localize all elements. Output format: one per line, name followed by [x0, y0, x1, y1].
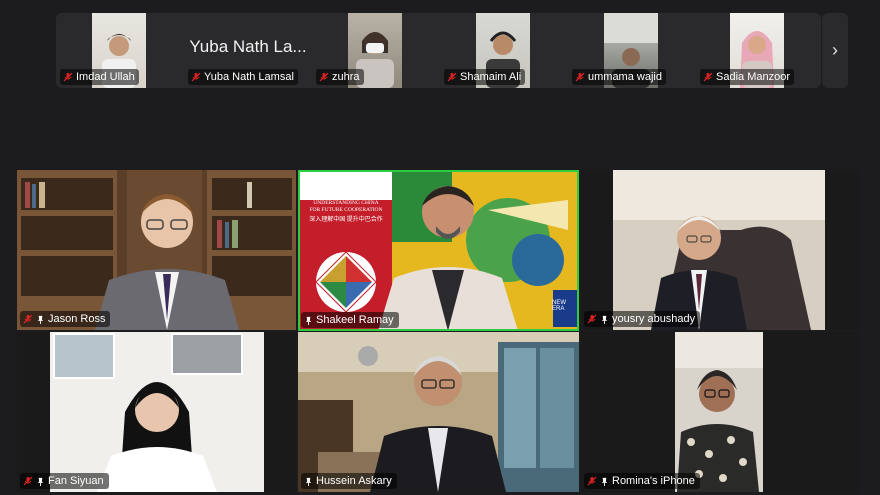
participant-name: Jason Ross	[48, 313, 106, 325]
video-tile[interactable]: Jason Ross	[17, 170, 296, 330]
mic-muted-icon	[703, 72, 713, 82]
mic-muted-icon	[575, 72, 585, 82]
participant-name: Romina's iPhone	[612, 475, 695, 487]
book-title: UNDERSTANDING CHINA FOR FUTURE COOPERATI…	[302, 200, 390, 224]
mic-muted-icon	[587, 476, 597, 486]
book-title-line: FOR FUTURE COOPERATION	[309, 206, 383, 213]
pin-icon	[600, 477, 609, 486]
participant-name: Yuba Nath Lamsal	[204, 71, 294, 83]
book2-title: CHIN	[394, 256, 426, 267]
participant-video	[17, 332, 296, 492]
pin-icon	[36, 315, 45, 324]
participant-name: zuhra	[332, 71, 360, 83]
participant-name-tag: Fan Siyuan	[20, 473, 109, 489]
mic-muted-icon	[63, 72, 73, 82]
participant-video	[581, 332, 859, 492]
participant-name-tag: Shakeel Ramay	[301, 312, 399, 328]
video-tile[interactable]: Romina's iPhone	[581, 332, 859, 492]
next-page-button[interactable]: ›	[822, 13, 848, 88]
participant-name: ummama wajid	[588, 71, 662, 83]
thumb-participant[interactable]: Imdad Ullah	[56, 13, 184, 88]
thumb-participant[interactable]: zuhra	[312, 13, 440, 88]
participant-name: Fan Siyuan	[48, 475, 104, 487]
participant-video	[298, 170, 579, 331]
thumb-participant[interactable]: Yuba Nath La... Yuba Nath Lamsal	[184, 13, 312, 88]
participant-video	[17, 170, 296, 330]
participant-video	[581, 170, 859, 330]
participant-name: Imdad Ullah	[76, 71, 135, 83]
mic-muted-icon	[587, 314, 597, 324]
participant-name-tag: Shamaim Ali	[444, 69, 526, 85]
participant-name: yousry abushady	[612, 313, 696, 325]
pin-icon	[304, 316, 313, 325]
participant-name-tag: Yuba Nath Lamsal	[188, 69, 298, 85]
participant-name-tag: yousry abushady	[584, 311, 701, 327]
thumb-participant[interactable]: Sadia Manzoor	[696, 13, 824, 88]
pin-icon	[36, 477, 45, 486]
book-chinese-title: 深入理解中国 提升中巴合作	[309, 216, 383, 223]
video-tile[interactable]: Hussein Askary	[298, 332, 579, 492]
participant-name-tag: Romina's iPhone	[584, 473, 700, 489]
participant-name: Hussein Askary	[316, 475, 392, 487]
participant-name-tag: Imdad Ullah	[60, 69, 139, 85]
participant-video	[298, 332, 579, 492]
pin-icon	[304, 477, 313, 486]
mic-muted-icon	[23, 314, 33, 324]
participant-name-tag: Sadia Manzoor	[700, 69, 794, 85]
participant-name-tag: Hussein Askary	[301, 473, 397, 489]
book2-corner-text: NEW ERA	[552, 300, 566, 312]
video-tile[interactable]: Fan Siyuan	[17, 332, 296, 492]
thumb-participant[interactable]: Shamaim Ali	[440, 13, 568, 88]
participant-name-tag: zuhra	[316, 69, 364, 85]
chevron-right-icon: ›	[832, 40, 838, 60]
participant-name: Shamaim Ali	[460, 71, 522, 83]
mic-muted-icon	[319, 72, 329, 82]
video-tile[interactable]: yousry abushady	[581, 170, 859, 330]
participant-display-name: Yuba Nath La...	[189, 37, 307, 56]
participant-name-tag: Jason Ross	[20, 311, 111, 327]
participant-name: Shakeel Ramay	[316, 314, 394, 326]
thumb-participant[interactable]: ummama wajid	[568, 13, 696, 88]
mic-muted-icon	[447, 72, 457, 82]
participant-name-tag: ummama wajid	[572, 69, 666, 85]
mic-muted-icon	[191, 72, 201, 82]
mic-muted-icon	[23, 476, 33, 486]
video-tile-active-speaker[interactable]: UNDERSTANDING CHINA FOR FUTURE COOPERATI…	[298, 170, 579, 331]
participant-name: Sadia Manzoor	[716, 71, 790, 83]
book-title-line: UNDERSTANDING CHINA	[313, 200, 379, 206]
pin-icon	[600, 315, 609, 324]
